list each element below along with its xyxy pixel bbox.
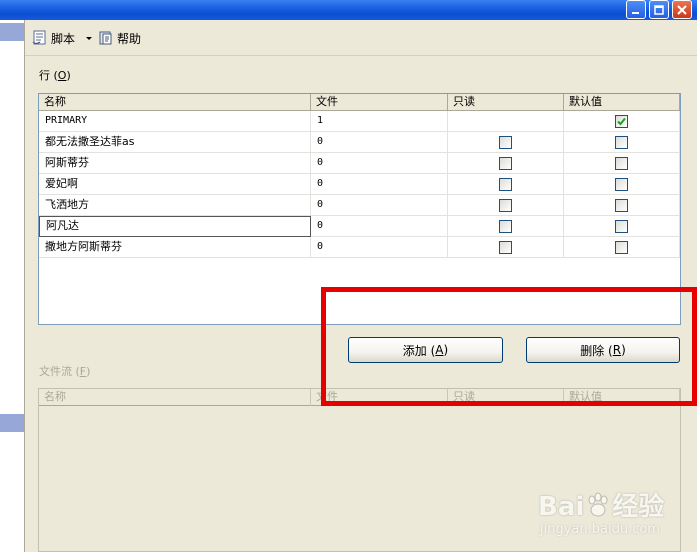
cell-default xyxy=(564,216,680,237)
minimize-icon xyxy=(632,11,639,14)
cell-files[interactable]: 0 xyxy=(311,174,448,195)
cell-name[interactable]: 飞洒地方 xyxy=(39,195,311,216)
dialog-edge xyxy=(24,20,25,552)
maximize-button[interactable] xyxy=(649,0,669,19)
default-checkbox[interactable] xyxy=(615,199,628,212)
cell-name[interactable]: 阿凡达 xyxy=(39,216,311,237)
cell-name[interactable]: 爱妃啊 xyxy=(39,174,311,195)
default-checkbox[interactable] xyxy=(615,136,628,149)
background-selection xyxy=(0,23,24,41)
cell-default xyxy=(564,153,680,174)
background-tree-pane xyxy=(0,20,24,552)
rows-section-label: 行 (O) xyxy=(39,67,71,83)
cell-readonly xyxy=(448,195,564,216)
default-checkbox[interactable] xyxy=(615,178,628,191)
watermark-brand-tail: 经验 xyxy=(612,492,665,522)
default-checkbox[interactable] xyxy=(615,241,628,254)
script-icon xyxy=(32,30,46,45)
window-title-bar xyxy=(0,0,697,20)
script-label: 脚本 xyxy=(51,31,76,46)
filestream-section-label: 文件流 (F) xyxy=(39,363,90,379)
column-header-default[interactable]: 默认值 xyxy=(564,94,680,111)
cell-default xyxy=(564,237,680,258)
cell-readonly xyxy=(448,153,564,174)
dropdown-arrow-icon[interactable] xyxy=(84,33,94,43)
help-icon xyxy=(99,31,112,45)
fs-column-header-name: 名称 xyxy=(39,389,311,406)
cell-default xyxy=(564,132,680,153)
cell-default xyxy=(564,195,680,216)
paw-icon xyxy=(588,492,608,517)
cell-name[interactable]: 撒地方阿斯蒂芬 xyxy=(39,237,311,258)
readonly-checkbox[interactable] xyxy=(499,178,512,191)
cell-files[interactable]: 0 xyxy=(311,153,448,174)
toolbar: 脚本 帮助 xyxy=(25,20,697,56)
default-checkbox[interactable] xyxy=(615,157,628,170)
rows-label-text: 行 ( xyxy=(39,69,58,82)
cell-readonly xyxy=(448,111,564,132)
grid-body: PRIMARY 1 都无法撒圣达菲as 0 阿斯蒂芬 0 爱妃啊 0 飞洒地方 0 阿凡达 0 撒地方阿… xyxy=(39,111,680,258)
help-label: 帮助 xyxy=(117,31,142,46)
table-row[interactable]: 飞洒地方 0 xyxy=(39,195,680,216)
close-button[interactable] xyxy=(672,0,692,19)
cell-name[interactable]: 都无法撒圣达菲as xyxy=(39,132,311,153)
readonly-checkbox[interactable] xyxy=(499,199,512,212)
readonly-checkbox[interactable] xyxy=(499,136,512,149)
cell-files[interactable]: 0 xyxy=(311,195,448,216)
table-row[interactable]: 撒地方阿斯蒂芬 0 xyxy=(39,237,680,258)
cell-name[interactable]: 阿斯蒂芬 xyxy=(39,153,311,174)
readonly-checkbox[interactable] xyxy=(499,241,512,254)
script-button[interactable]: 脚本 xyxy=(32,28,94,48)
column-header-name[interactable]: 名称 xyxy=(39,94,311,111)
watermark-brand-text: Bai xyxy=(538,492,585,522)
cell-files[interactable]: 1 xyxy=(311,111,448,132)
table-row[interactable]: 阿凡达 0 xyxy=(39,216,680,237)
cell-readonly xyxy=(448,216,564,237)
maximize-icon xyxy=(654,4,664,15)
column-header-files[interactable]: 文件 xyxy=(311,94,448,111)
cell-default xyxy=(564,111,680,132)
baidu-jingyan-watermark: Bai 经验 jingyan.baidu.com xyxy=(538,478,688,544)
cell-name[interactable]: PRIMARY xyxy=(39,111,311,132)
table-row[interactable]: 阿斯蒂芬 0 xyxy=(39,153,680,174)
rows-label-close: ) xyxy=(66,69,71,82)
column-header-readonly[interactable]: 只读 xyxy=(448,94,564,111)
background-selection xyxy=(0,414,24,432)
watermark-url: jingyan.baidu.com xyxy=(540,522,660,537)
cell-files[interactable]: 0 xyxy=(311,132,448,153)
readonly-checkbox[interactable] xyxy=(499,220,512,233)
help-button[interactable]: 帮助 xyxy=(98,28,141,48)
readonly-checkbox[interactable] xyxy=(499,157,512,170)
table-row[interactable]: PRIMARY 1 xyxy=(39,111,680,132)
red-highlight-annotation xyxy=(321,287,697,406)
filestream-label-close: ) xyxy=(86,365,91,378)
cell-default xyxy=(564,174,680,195)
cell-readonly xyxy=(448,237,564,258)
cell-readonly xyxy=(448,174,564,195)
cell-files[interactable]: 0 xyxy=(311,237,448,258)
watermark-brand: Bai 经验 xyxy=(538,486,664,523)
table-row[interactable]: 都无法撒圣达菲as 0 xyxy=(39,132,680,153)
default-checkbox[interactable] xyxy=(615,220,628,233)
cell-readonly xyxy=(448,132,564,153)
close-icon xyxy=(677,4,687,15)
filestream-label-text: 文件流 ( xyxy=(39,365,80,378)
default-checkbox[interactable] xyxy=(615,115,628,128)
checkmark-icon xyxy=(617,117,626,126)
cell-files[interactable]: 0 xyxy=(311,216,448,237)
grid-header: 名称 文件 只读 默认值 xyxy=(39,94,680,111)
minimize-button[interactable] xyxy=(626,0,646,19)
table-row[interactable]: 爱妃啊 0 xyxy=(39,174,680,195)
